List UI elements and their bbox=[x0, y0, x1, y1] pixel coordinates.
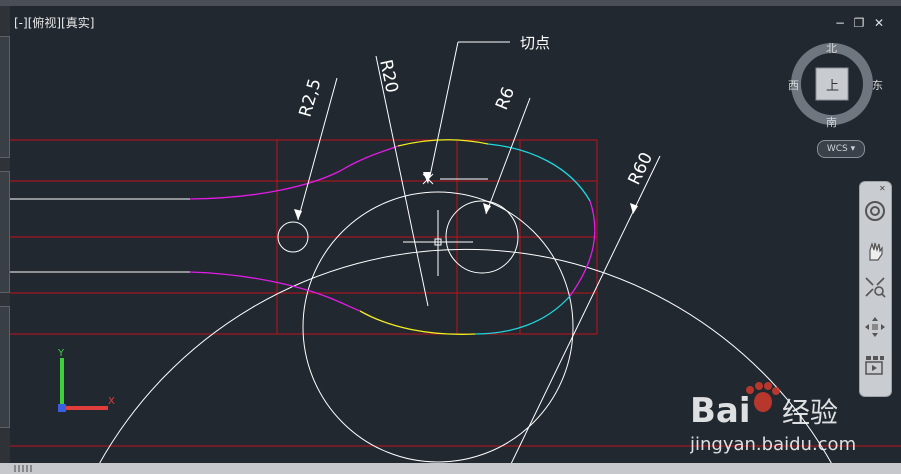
left-palette-tab-3[interactable] bbox=[0, 306, 10, 428]
left-palette-tab-1[interactable] bbox=[0, 36, 10, 158]
restore-button[interactable]: ❐ bbox=[852, 16, 866, 30]
orbit-icon[interactable] bbox=[864, 316, 886, 338]
ucs-icon: Y X bbox=[57, 348, 115, 412]
compass-south: 南 bbox=[826, 116, 837, 129]
leader-lines bbox=[297, 41, 661, 466]
wcs-label: WCS bbox=[826, 144, 848, 154]
navigation-bar[interactable]: ✕ bbox=[859, 181, 892, 397]
watermark-url: jingyan.baidu.com bbox=[690, 434, 856, 455]
tangent-point-label: 切点 bbox=[520, 34, 550, 52]
viewcube-top-label: 上 bbox=[826, 79, 839, 94]
compass-east: 东 bbox=[872, 79, 883, 92]
ucs-x-label: X bbox=[108, 396, 115, 407]
wcs-menu[interactable]: WCS ▾ bbox=[817, 140, 865, 158]
baidu-paw-icon bbox=[746, 382, 780, 412]
minimize-button[interactable]: − bbox=[833, 16, 847, 30]
left-palette-tab-2[interactable] bbox=[0, 171, 10, 293]
ucs-y-label: Y bbox=[57, 348, 65, 359]
navbar-close-icon[interactable]: ✕ bbox=[879, 184, 886, 193]
watermark-brand-suffix: 经验 bbox=[782, 396, 838, 429]
compass-west: 西 bbox=[788, 79, 799, 92]
dim-r20[interactable]: R20 bbox=[375, 58, 402, 95]
bottom-status-bar bbox=[0, 463, 901, 474]
dim-r2-5[interactable]: R2,5 bbox=[296, 77, 326, 120]
crosshair-cursor bbox=[403, 210, 473, 276]
resize-grip[interactable] bbox=[14, 465, 32, 472]
compass-north: 北 bbox=[826, 42, 837, 55]
showmotion-icon[interactable] bbox=[864, 354, 886, 376]
steering-wheel-icon[interactable] bbox=[864, 200, 886, 222]
baidu-watermark: Bai 经验 jingyan.baidu.com bbox=[690, 382, 856, 455]
pan-hand-icon[interactable] bbox=[864, 240, 886, 262]
dim-r60[interactable]: R60 bbox=[625, 149, 658, 188]
dim-r6[interactable]: R6 bbox=[492, 84, 519, 112]
close-button[interactable]: ✕ bbox=[872, 16, 886, 30]
zoom-extents-icon[interactable] bbox=[864, 276, 886, 298]
watermark-brand: Bai bbox=[690, 391, 751, 431]
viewcube[interactable]: 上 北 南 东 西 bbox=[788, 42, 883, 129]
